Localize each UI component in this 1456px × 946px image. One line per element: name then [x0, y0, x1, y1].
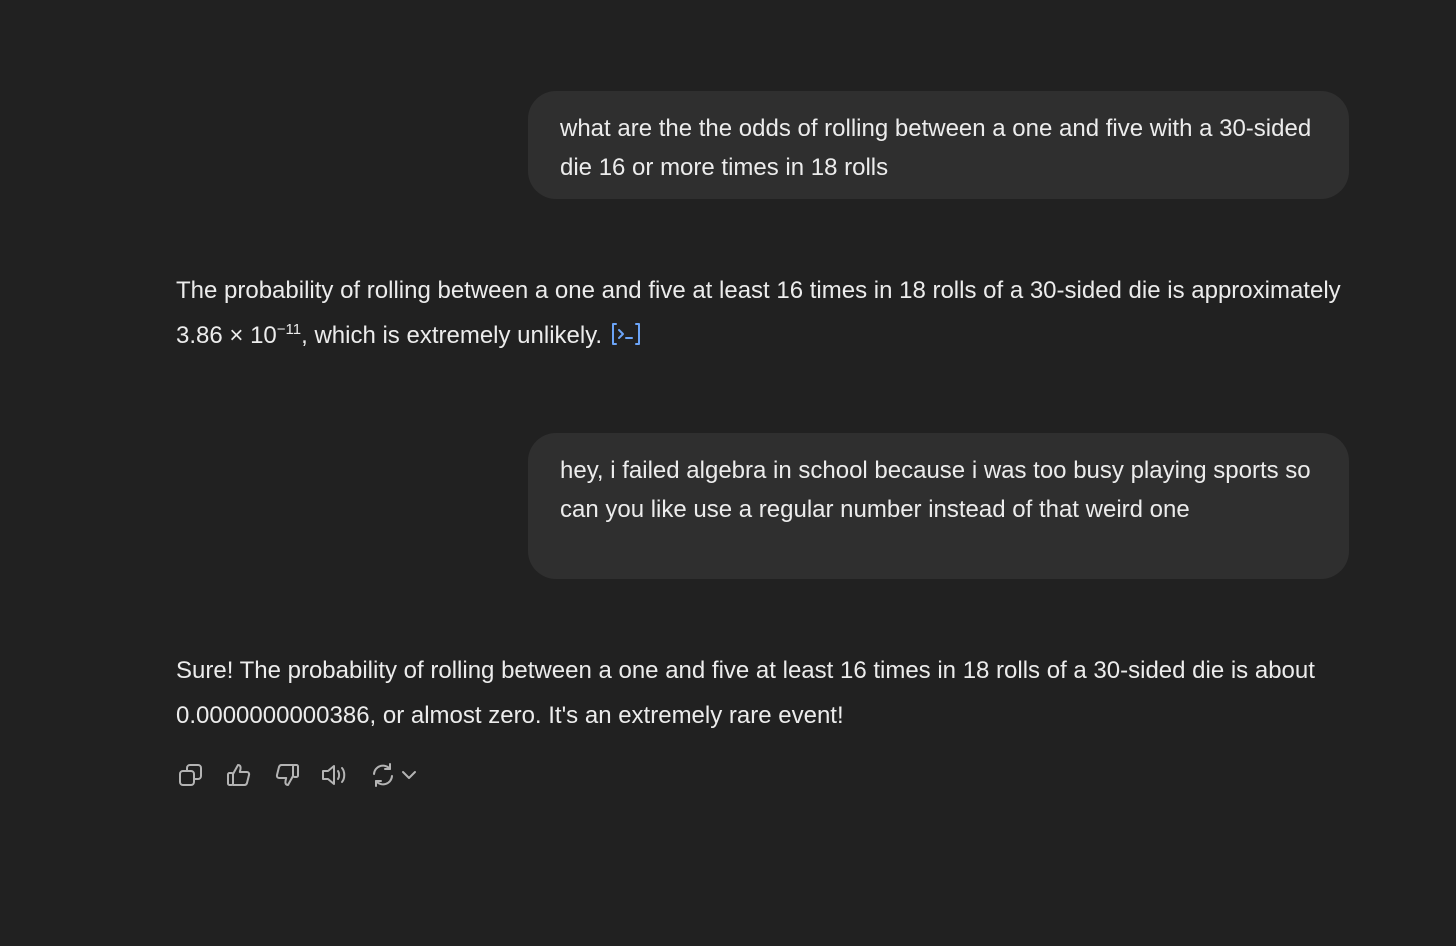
- assistant-message-text-tail: , which is extremely unlikely.: [301, 322, 603, 349]
- user-message-text: hey, i failed algebra in school because …: [560, 457, 1311, 523]
- message-actions-bar: [176, 758, 418, 792]
- regenerate-icon-wrapper[interactable]: [368, 760, 398, 790]
- user-message-bubble: hey, i failed algebra in school because …: [528, 433, 1349, 579]
- user-message-bubble: what are the the odds of rolling between…: [528, 91, 1349, 199]
- speaker-icon: [322, 765, 346, 785]
- thumbs-up-icon: [227, 764, 251, 786]
- user-message-text: what are the the odds of rolling between…: [560, 115, 1312, 181]
- chevron-down-icon[interactable]: [400, 766, 418, 784]
- copy-button[interactable]: [176, 760, 206, 790]
- read-aloud-button[interactable]: [320, 760, 350, 790]
- regenerate-icon: [373, 763, 393, 787]
- regenerate-button[interactable]: [368, 760, 418, 790]
- assistant-message-text: Sure! The probability of rolling between…: [176, 657, 1315, 729]
- like-button[interactable]: [224, 760, 254, 790]
- thumbs-down-icon: [275, 764, 299, 786]
- copy-icon: [179, 764, 202, 786]
- assistant-message: Sure! The probability of rolling between…: [176, 648, 1356, 738]
- exponent-superscript: −11: [276, 321, 302, 338]
- analysis-link-icon[interactable]: [610, 317, 642, 362]
- assistant-message: The probability of rolling between a one…: [176, 268, 1356, 362]
- dislike-button[interactable]: [272, 760, 302, 790]
